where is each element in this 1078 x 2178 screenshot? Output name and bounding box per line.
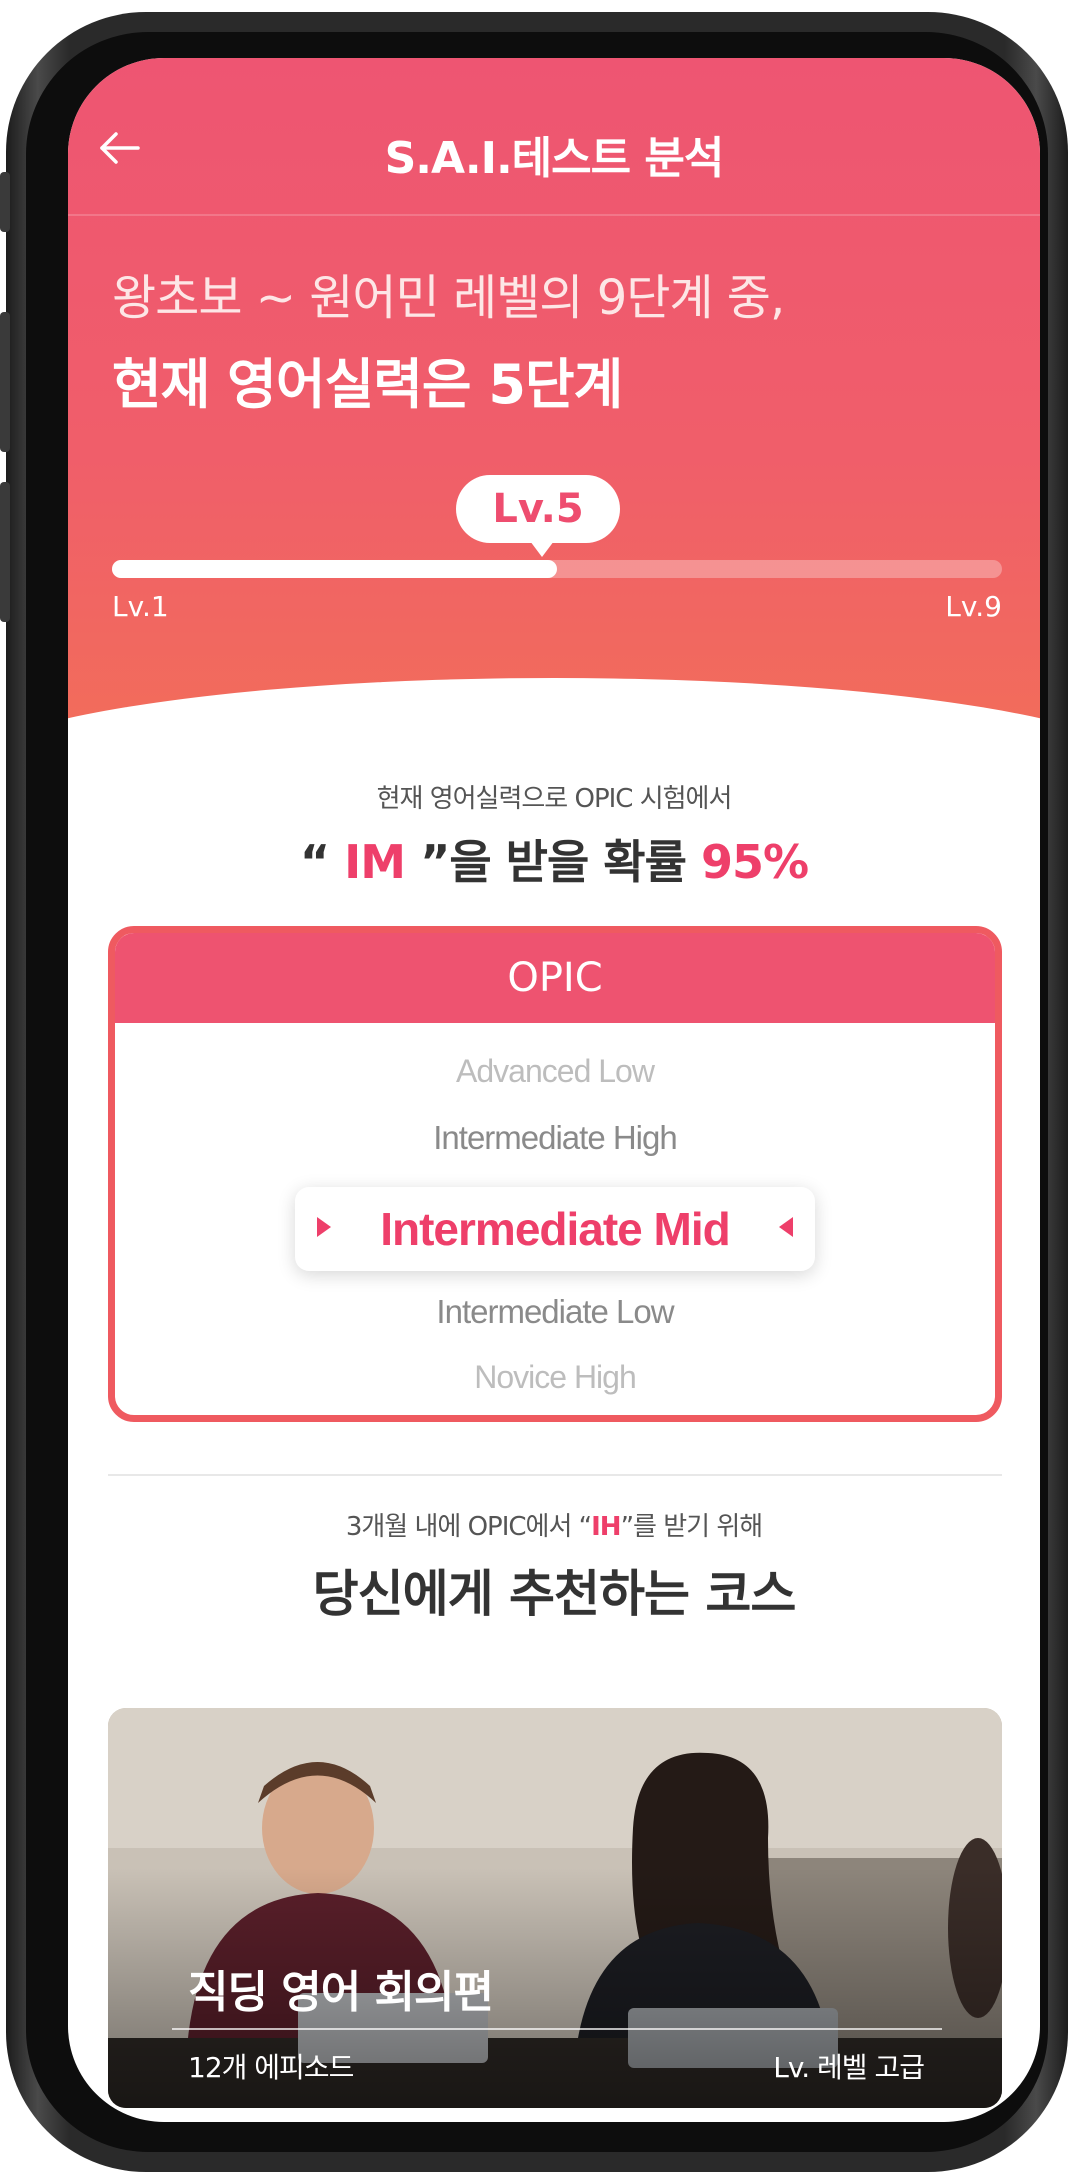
headline-intro: 왕초보 ~ 원어민 레벨의 9단계 중, <box>112 270 785 326</box>
opic-option-advanced-low: Advanced Low <box>456 1053 655 1089</box>
level-progress-track <box>112 560 1002 578</box>
headline-level: 현재 영어실력은 5단계 <box>112 353 623 416</box>
recommendation-subtitle: 3개월 내에 OPIC에서 “IH”를 받기 위해 <box>68 1506 1040 1543</box>
opic-option-intermediate-high: Intermediate High <box>433 1119 677 1156</box>
section-divider <box>108 1474 1002 1476</box>
opic-option-intermediate-low: Intermediate Low <box>436 1293 674 1330</box>
prediction-suffix: 을 받을 확률 <box>449 835 687 889</box>
prediction-subtitle: 현재 영어실력으로 OPIC 시험에서 <box>376 784 733 814</box>
volume-down-button <box>0 482 10 622</box>
quote-close: ” <box>420 835 450 889</box>
level-progress-fill <box>112 560 557 578</box>
caret-left-icon <box>779 1217 793 1237</box>
course-card[interactable]: 직딩 영어 회의편 12개 에피소드 Lv. 레벨 고급 <box>108 1708 1002 2108</box>
opic-option-intermediate-mid: Intermediate Mid <box>380 1203 731 1255</box>
course-level: Lv. 레벨 고급 <box>773 2051 925 2084</box>
opic-header: OPIC <box>115 933 995 1023</box>
course-episode-count: 12개 에피소드 <box>188 2051 354 2084</box>
volume-up-button <box>0 312 10 452</box>
recommendation-sub-suffix: ”를 받기 위해 <box>620 1512 764 1542</box>
target-grade: IH <box>591 1512 621 1542</box>
page-title: S.A.I.테스트 분석 <box>384 133 725 184</box>
top-bar: S.A.I.테스트 분석 <box>68 58 1040 216</box>
recommendation-title: 당신에게 추천하는 코스 <box>312 1565 797 1623</box>
quote-open: “ <box>299 835 330 889</box>
opic-grade-box: OPIC Advanced Low Intermediate High Inte… <box>108 926 1002 1422</box>
header-banner: S.A.I.테스트 분석 왕초보 ~ 원어민 레벨의 9단계 중, 현재 영어실… <box>68 58 1040 778</box>
course-divider <box>172 2028 942 2030</box>
course-title: 직딩 영어 회의편 <box>188 1967 494 2018</box>
opic-option-novice-high: Novice High <box>474 1359 637 1395</box>
level-min-label: Lv.1 <box>112 590 169 623</box>
recommendation-sub-prefix: 3개월 내에 OPIC에서 “ <box>345 1512 592 1542</box>
predicted-grade: IM <box>344 835 406 889</box>
app-screen: S.A.I.테스트 분석 왕초보 ~ 원어민 레벨의 9단계 중, 현재 영어실… <box>68 58 1040 2122</box>
caret-right-icon <box>317 1217 331 1237</box>
prediction-headline: “ IM ”을 받을 확률 95% <box>68 826 1040 892</box>
opic-selected-grade: Intermediate Mid <box>295 1187 815 1271</box>
level-max-label: Lv.9 <box>945 590 1002 623</box>
mute-switch <box>0 172 10 232</box>
prediction-percent: 95% <box>700 835 809 889</box>
current-level-badge: Lv.5 <box>456 475 620 557</box>
